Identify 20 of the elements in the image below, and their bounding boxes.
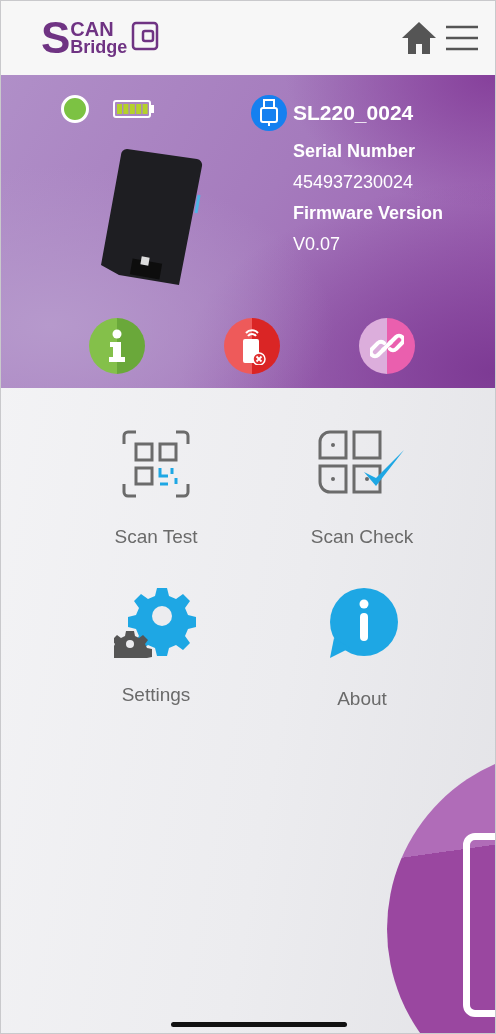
qr-scan-icon	[120, 428, 192, 500]
logo-text: CAN	[70, 19, 115, 39]
usb-connection-icon	[251, 95, 287, 131]
info-icon	[106, 329, 127, 363]
field-value: V0.07	[293, 234, 342, 255]
disconnect-button[interactable]	[224, 318, 280, 374]
scan-test-button[interactable]: Scan Test	[53, 424, 259, 552]
settings-button[interactable]: Settings	[53, 582, 259, 714]
gears-icon	[114, 586, 198, 658]
scan-check-button[interactable]: Scan Check	[259, 424, 465, 552]
field-value: 454937230024	[293, 172, 415, 193]
logo-letter: S	[41, 16, 71, 60]
home-icon[interactable]	[401, 21, 437, 55]
field-label: Firmware Version	[293, 203, 444, 224]
about-button[interactable]: About	[259, 582, 465, 714]
device-name: SL220_0024	[293, 101, 414, 125]
menu-icon[interactable]	[445, 25, 479, 51]
battery-icon	[113, 100, 155, 118]
logo-text: Bridge	[70, 38, 128, 57]
field-label: Serial Number	[293, 141, 417, 162]
